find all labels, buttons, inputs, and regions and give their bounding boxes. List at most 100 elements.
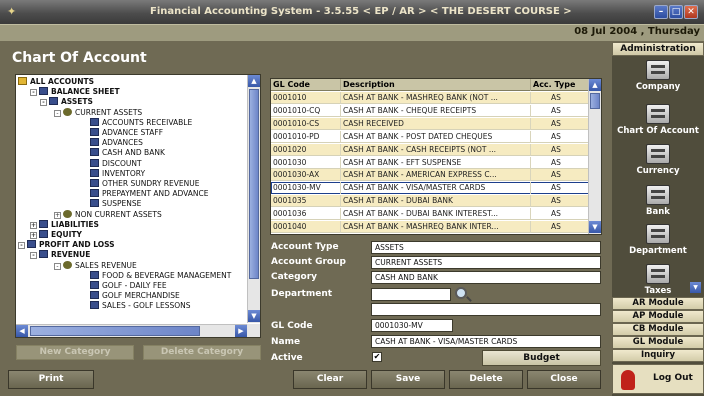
sidebar-header[interactable]: Administration xyxy=(612,42,704,56)
table-row[interactable]: 0001010-CS CASH RECEIVED AS xyxy=(271,117,589,130)
table-row[interactable]: 0001030 CASH AT BANK - EFT SUSPENSE AS xyxy=(271,156,589,169)
tree-horizontal-scrollbar[interactable]: ◀ ▶ xyxy=(16,324,248,337)
col-gl-code[interactable]: GL Code xyxy=(271,79,341,91)
active-checkbox[interactable]: ✔ xyxy=(372,352,382,362)
tree-node-label: INVENTORY xyxy=(102,168,146,178)
save-button[interactable]: Save xyxy=(371,370,445,389)
expand-icon[interactable]: + xyxy=(54,211,61,219)
table-row[interactable]: 0001040 CASH AT BANK - MASHREQ BANK INTER… xyxy=(271,221,589,233)
tree-node[interactable]: ADVANCE STAFF xyxy=(90,128,163,137)
tree-node[interactable]: FOOD & BEVERAGE MANAGEMENT xyxy=(90,270,231,280)
account-tree[interactable]: ALL ACCOUNTS - BALANCE SHEET - ASSETS - CURREN… xyxy=(15,74,261,338)
tree-node[interactable]: INVENTORY xyxy=(90,168,146,178)
tree-node[interactable]: ACCOUNTS RECEIVABLE xyxy=(90,117,192,127)
tree-node[interactable]: - SALES REVENUE xyxy=(54,260,137,270)
category-field[interactable]: CASH AND BANK xyxy=(371,271,601,284)
account-type-field[interactable]: ASSETS xyxy=(371,241,601,254)
tree-vertical-scrollbar[interactable]: ▲ ▼ xyxy=(247,75,260,323)
tree-scroll-thumb[interactable] xyxy=(249,89,259,279)
grid-scroll-thumb[interactable] xyxy=(590,93,600,109)
chevron-down-icon[interactable]: ▼ xyxy=(690,282,701,293)
tree-node[interactable]: DISCOUNT xyxy=(90,158,142,168)
minimize-icon[interactable]: – xyxy=(654,5,668,19)
close-button[interactable]: Close xyxy=(527,370,601,389)
tree-hscroll-thumb[interactable] xyxy=(30,326,200,336)
expand-icon[interactable]: + xyxy=(30,221,37,229)
grid-scrollbar[interactable]: ▲ ▼ xyxy=(588,79,601,234)
table-row[interactable]: 0001010-CQ CASH AT BANK - CHEQUE RECEIPTS… xyxy=(271,104,589,117)
sidebar-inquiry[interactable]: Inquiry xyxy=(612,349,704,362)
tree-node[interactable]: - BALANCE SHEET xyxy=(30,87,120,97)
delete-category-button[interactable]: Delete Category xyxy=(143,345,261,360)
tree-node[interactable]: + NON CURRENT ASSETS xyxy=(54,209,162,219)
account-group-field[interactable]: CURRENT ASSETS xyxy=(371,256,601,269)
department-name-field xyxy=(371,303,601,316)
tree-node-label: NON CURRENT ASSETS xyxy=(75,209,162,219)
collapse-icon[interactable]: - xyxy=(40,99,47,107)
collapse-icon[interactable]: - xyxy=(54,262,61,270)
account-icon xyxy=(90,291,99,300)
close-icon[interactable]: ✕ xyxy=(684,5,698,19)
tree-node[interactable]: GOLF - DAILY FEE xyxy=(90,281,167,290)
tree-node[interactable]: SALES - GOLF LESSONS xyxy=(90,301,191,310)
collapse-icon[interactable]: - xyxy=(30,89,37,97)
tree-node[interactable]: + EQUITY xyxy=(30,230,82,239)
sidebar-ap-module[interactable]: AP Module xyxy=(612,310,704,323)
print-button[interactable]: Print xyxy=(8,370,94,389)
table-row[interactable]: 0001020 CASH AT BANK - CASH RECEIPTS (NOT… xyxy=(271,143,589,156)
table-row[interactable]: 0001036 CASH AT BANK - DUBAI BANK INTERES… xyxy=(271,208,589,221)
budget-button[interactable]: Budget xyxy=(482,350,601,366)
table-row[interactable]: 0001030-AX CASH AT BANK - AMERICAN EXPRES… xyxy=(271,169,589,182)
tree-node[interactable]: - PROFIT AND LOSS xyxy=(18,240,115,250)
sidebar-item-bank[interactable]: Bank xyxy=(612,185,704,225)
name-field[interactable]: CASH AT BANK - VISA/MASTER CARDS xyxy=(371,335,601,348)
tree-node[interactable]: PREPAYMENT AND ADVANCE xyxy=(90,189,208,198)
table-row[interactable]: 0001030-MV CASH AT BANK - VISA/MASTER CAR… xyxy=(271,182,589,195)
scroll-right-icon[interactable]: ▶ xyxy=(235,325,247,337)
expand-icon[interactable]: + xyxy=(30,232,37,239)
scroll-up-icon[interactable]: ▲ xyxy=(589,79,601,91)
tree-node[interactable]: OTHER SUNDRY REVENUE xyxy=(90,179,199,188)
col-description[interactable]: Description xyxy=(341,79,531,91)
delete-button[interactable]: Delete xyxy=(449,370,523,389)
tree-node[interactable]: SUSPENSE xyxy=(90,199,141,208)
sidebar-gl-module[interactable]: GL Module xyxy=(612,336,704,349)
collapse-icon[interactable]: - xyxy=(30,252,37,260)
account-grid[interactable]: GL Code Description Acc. Type 0001010 CAS… xyxy=(270,78,602,235)
scroll-down-icon[interactable]: ▼ xyxy=(248,310,260,322)
tree-node[interactable]: - REVENUE xyxy=(30,250,90,260)
collapse-icon[interactable]: - xyxy=(18,242,25,250)
maximize-icon[interactable]: □ xyxy=(669,5,683,19)
tree-node[interactable]: - CURRENT ASSETS xyxy=(54,107,142,117)
sidebar-item-department[interactable]: Department xyxy=(612,224,704,264)
sidebar-item-company[interactable]: Company xyxy=(612,60,704,100)
account-icon xyxy=(90,301,99,310)
scroll-left-icon[interactable]: ◀ xyxy=(16,325,28,337)
tree-node[interactable]: ADVANCES xyxy=(90,138,143,147)
tree-node[interactable]: CASH AND BANK xyxy=(90,148,165,157)
collapse-icon[interactable]: - xyxy=(54,109,61,117)
sidebar-ar-module[interactable]: AR Module xyxy=(612,297,704,310)
tree-node[interactable]: GOLF MERCHANDISE xyxy=(90,291,180,300)
tree-node[interactable]: + LIABILITIES xyxy=(30,219,99,229)
tree-node[interactable]: ALL ACCOUNTS xyxy=(18,77,94,86)
table-row[interactable]: 0001010-PD CASH AT BANK - POST DATED CHEQ… xyxy=(271,130,589,143)
scroll-up-icon[interactable]: ▲ xyxy=(248,75,260,87)
logout-button[interactable]: Log Out xyxy=(612,364,704,394)
grid-header: GL Code Description Acc. Type xyxy=(271,79,589,91)
table-row[interactable]: 0001035 CASH AT BANK - DUBAI BANK AS xyxy=(271,195,589,208)
tree-node[interactable]: - ASSETS xyxy=(40,97,93,107)
scroll-down-icon[interactable]: ▼ xyxy=(589,221,601,233)
search-icon[interactable] xyxy=(455,287,467,299)
department-field[interactable] xyxy=(371,288,451,301)
table-row[interactable]: 0001010 CASH AT BANK - MASHREQ BANK (NOT … xyxy=(271,92,589,104)
clear-button[interactable]: Clear xyxy=(293,370,367,389)
sidebar-item-currency[interactable]: Currency xyxy=(612,144,704,184)
sidebar-item-chart-of-account[interactable]: Chart Of Account xyxy=(612,104,704,144)
new-category-button[interactable]: New Category xyxy=(16,345,134,360)
cell-type: AS xyxy=(531,130,589,143)
col-acc-type[interactable]: Acc. Type xyxy=(531,79,589,91)
sidebar-cb-module[interactable]: CB Module xyxy=(612,323,704,336)
current-date: 08 Jul 2004 , Thursday xyxy=(574,26,700,37)
gl-code-field[interactable]: 0001030-MV xyxy=(371,319,453,332)
